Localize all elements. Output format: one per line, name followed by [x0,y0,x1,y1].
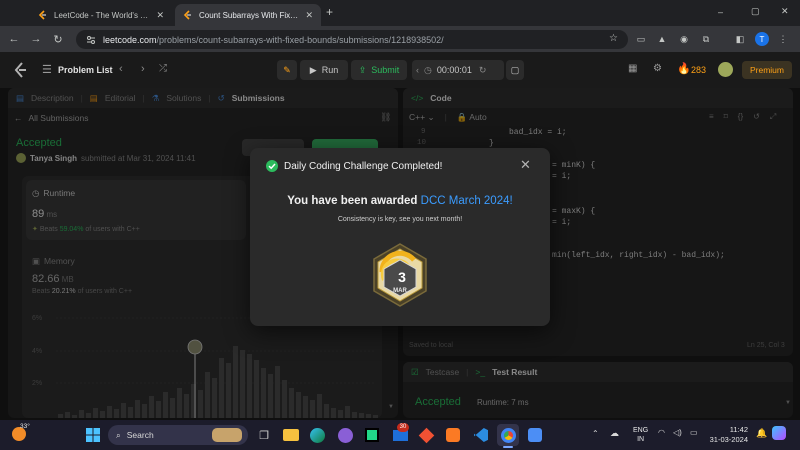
close-tab-icon[interactable]: ✕ [156,10,164,21]
submit-button[interactable]: ⇪ Submit [351,60,407,80]
profile-avatar[interactable]: T [755,32,769,46]
reload-icon[interactable]: ↻ [50,31,66,47]
premium-button[interactable]: Premium [742,61,792,79]
back-arrow-icon[interactable]: ← [6,31,22,47]
site-info-icon[interactable] [86,35,96,45]
shuffle-icon[interactable]: ⤮ [159,63,167,74]
language-indicator[interactable]: ENG IN [633,426,648,444]
collapse-chevron-icon: ‹ [416,65,419,75]
wifi-icon[interactable]: ◠ [658,428,665,437]
search-icon: ⌕ [116,429,121,440]
tab-title: Count Subarrays With Fixed Bo [199,10,300,20]
leetcode-favicon-icon [38,10,46,20]
notes-button[interactable]: ▢ [506,60,524,80]
task-view-icon[interactable]: ❐ [253,424,275,446]
tab-count-subarrays[interactable]: Count Subarrays With Fixed Bo ✕ [175,4,321,26]
close-window-button[interactable]: ✕ [781,6,789,17]
mail-badge: 30 [397,423,409,432]
tab-leetcode-home[interactable]: LeetCode - The World's Leading ✕ [30,4,172,26]
active-app-indicator [503,446,513,448]
language-top: ENG [633,427,649,434]
edge-browser-icon[interactable] [306,424,328,446]
chrome-icon[interactable] [497,424,519,446]
layout-grid-icon[interactable]: ▦ [628,63,637,74]
dcc-march-badge-icon: 3 MAR [373,243,427,307]
note-icon: ▢ [510,64,520,75]
streak-count[interactable]: 283 [691,65,706,75]
bug-icon: ✎ [283,64,291,75]
tray-overflow-chevron-icon[interactable]: ⌃ [592,429,599,438]
bookmark-star-icon[interactable]: ☆ [609,33,618,44]
problem-list-link[interactable]: Problem List [58,65,113,75]
battery-icon[interactable]: ▭ [690,428,698,437]
taskbar-search-box[interactable]: ⌕ Search [108,425,248,445]
extension-tab-icon[interactable]: ▭ [634,32,648,46]
snipping-tool-icon[interactable] [524,424,546,446]
time-value: 11:42 [729,425,748,434]
notification-bell-icon[interactable]: 🔔 [756,428,767,439]
award-name[interactable]: DCC March 2024! [421,195,513,207]
weather-temp: 33° [20,423,30,430]
debug-button[interactable]: ✎ [277,60,297,80]
cloud-icon[interactable]: ☁ [610,428,619,439]
windows-start-icon[interactable] [86,428,100,442]
modal-title: Daily Coding Challenge Completed! [284,161,443,172]
pycharm-icon[interactable] [361,424,383,446]
new-tab-button[interactable]: + [326,5,333,19]
copilot-icon[interactable] [772,426,786,440]
search-highlight-image [212,428,242,442]
url-path: /problems/count-subarrays-with-fixed-bou… [156,34,444,45]
prev-problem-chevron-icon[interactable]: ‹ [119,63,123,75]
clock-icon: ◷ [424,64,432,75]
git-icon[interactable] [415,424,437,446]
sidebar-icon[interactable]: ◧ [733,32,747,46]
modal-subtitle: Consistency is key, see you next month! [337,216,463,223]
url-host: leetcode.com [103,34,157,45]
language-bottom: IN [637,436,645,443]
date-value: 31-03-2024 [709,435,748,444]
browser-tab-bar: LeetCode - The World's Leading ✕ Count S… [0,0,800,26]
badge-month: MAR [393,288,407,294]
award-line: You have been awarded DCC March 2024! [250,195,550,207]
upload-cloud-icon: ⇪ [358,64,367,75]
next-problem-chevron-icon[interactable]: › [141,63,145,75]
leetcode-header: ☰ Problem List ‹ › ⤮ ✎ ▶ Run ⇪ Submit ‹ ◷ 00… [0,52,800,88]
run-label: Run [321,65,339,75]
extension-drive-icon[interactable]: ▲ [655,32,669,46]
submit-label: Submit [371,65,400,75]
settings-gear-icon[interactable]: ⚙ [653,63,662,74]
streak-fire-icon: 🔥 [677,63,691,75]
problem-list-icon: ☰ [42,64,52,76]
award-prefix: You have been awarded [287,195,418,207]
clock[interactable]: 11:42 31-03-2024 [708,425,748,445]
menu-kebab-icon[interactable]: ⋮ [776,32,790,46]
leetcode-favicon-icon [183,10,191,20]
minimize-button[interactable]: – [718,7,723,17]
play-icon: ▶ [309,64,317,75]
run-button[interactable]: ▶ Run [300,60,348,80]
forward-arrow-icon[interactable]: → [28,31,44,47]
xampp-icon[interactable] [442,424,464,446]
success-check-icon [266,160,278,172]
search-label: Search [126,430,154,440]
extensions-puzzle-icon[interactable]: ⧉ [699,32,713,46]
maximize-button[interactable]: ▢ [751,6,760,17]
extension-circle-icon[interactable]: ◉ [677,32,691,46]
timer-value: 00:00:01 [436,65,472,75]
leetcode-logo-icon[interactable] [14,62,28,78]
close-icon[interactable]: ✕ [520,157,531,173]
file-explorer-icon[interactable] [280,424,302,446]
daily-challenge-modal: Daily Coding Challenge Completed! ✕ You … [250,148,550,326]
user-avatar[interactable] [718,62,733,77]
github-icon[interactable] [334,424,356,446]
volume-icon[interactable]: ◁) [673,428,682,437]
reset-timer-icon[interactable]: ↻ [479,65,487,76]
close-tab-icon[interactable]: ✕ [305,10,313,21]
vscode-icon[interactable] [470,424,492,446]
timer[interactable]: ‹ ◷ 00:00:01 ↻ [412,60,504,80]
tab-title: LeetCode - The World's Leading [54,10,150,20]
address-bar[interactable]: leetcode.com/problems/count-subarrays-wi… [76,30,628,49]
badge-day: 3 [398,269,406,285]
